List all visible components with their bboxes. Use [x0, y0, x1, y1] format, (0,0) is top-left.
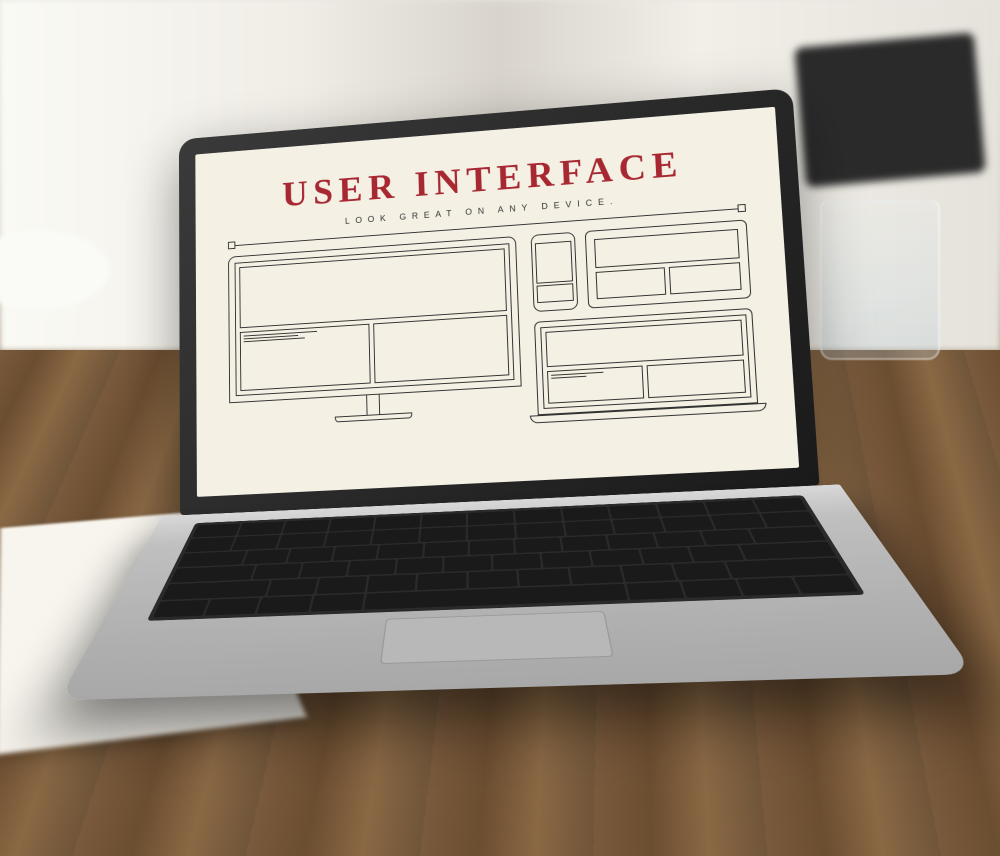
phone-wireframe	[530, 232, 578, 312]
trackpad	[380, 611, 614, 664]
laptop-bezel: USER INTERFACE LOOK GREAT ON ANY DEVICE.	[179, 88, 820, 515]
laptop-device: USER INTERFACE LOOK GREAT ON ANY DEVICE.	[179, 88, 837, 755]
desktop-wireframe	[228, 236, 524, 476]
laptop-wireframe	[534, 308, 759, 423]
wireframe-container	[228, 219, 761, 475]
screen-display: USER INTERFACE LOOK GREAT ON ANY DEVICE.	[195, 107, 799, 497]
laptop-keyboard-deck	[58, 484, 975, 700]
tablet-wireframe	[584, 219, 751, 308]
keyboard	[147, 495, 866, 621]
background-tablet	[794, 32, 986, 187]
main-title: USER INTERFACE	[282, 143, 685, 216]
water-glass	[820, 200, 940, 360]
